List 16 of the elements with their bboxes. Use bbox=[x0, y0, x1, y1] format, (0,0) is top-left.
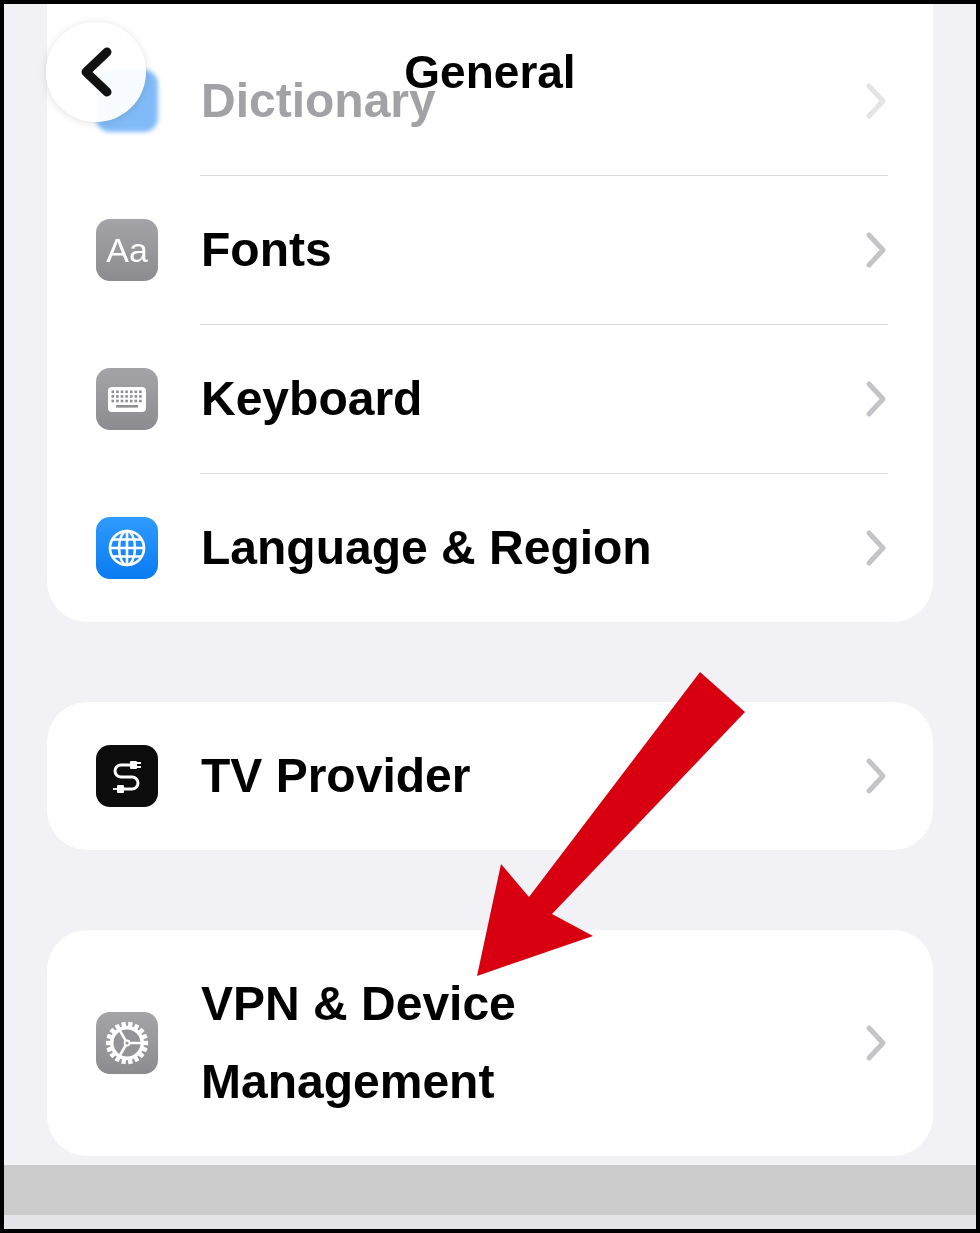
cable-icon bbox=[96, 745, 158, 807]
chevron-right-icon bbox=[865, 1024, 887, 1062]
row-label[interactable]: Language & Region bbox=[201, 509, 652, 587]
chevron-right-icon bbox=[865, 380, 887, 418]
font-icon: Aa bbox=[96, 219, 158, 281]
chevron-right-icon bbox=[865, 757, 887, 795]
row-label[interactable]: VPN & Device Management bbox=[201, 965, 721, 1121]
chevron-right-icon bbox=[865, 82, 887, 120]
row-label[interactable]: Keyboard bbox=[201, 360, 423, 438]
gear-icon bbox=[96, 1012, 158, 1074]
keyboard-icon bbox=[96, 368, 158, 430]
globe-icon bbox=[96, 517, 158, 579]
chevron-right-icon bbox=[865, 231, 887, 269]
chevron-right-icon bbox=[865, 529, 887, 567]
row-label[interactable]: Fonts bbox=[201, 211, 332, 289]
row-label[interactable]: TV Provider bbox=[201, 737, 471, 815]
